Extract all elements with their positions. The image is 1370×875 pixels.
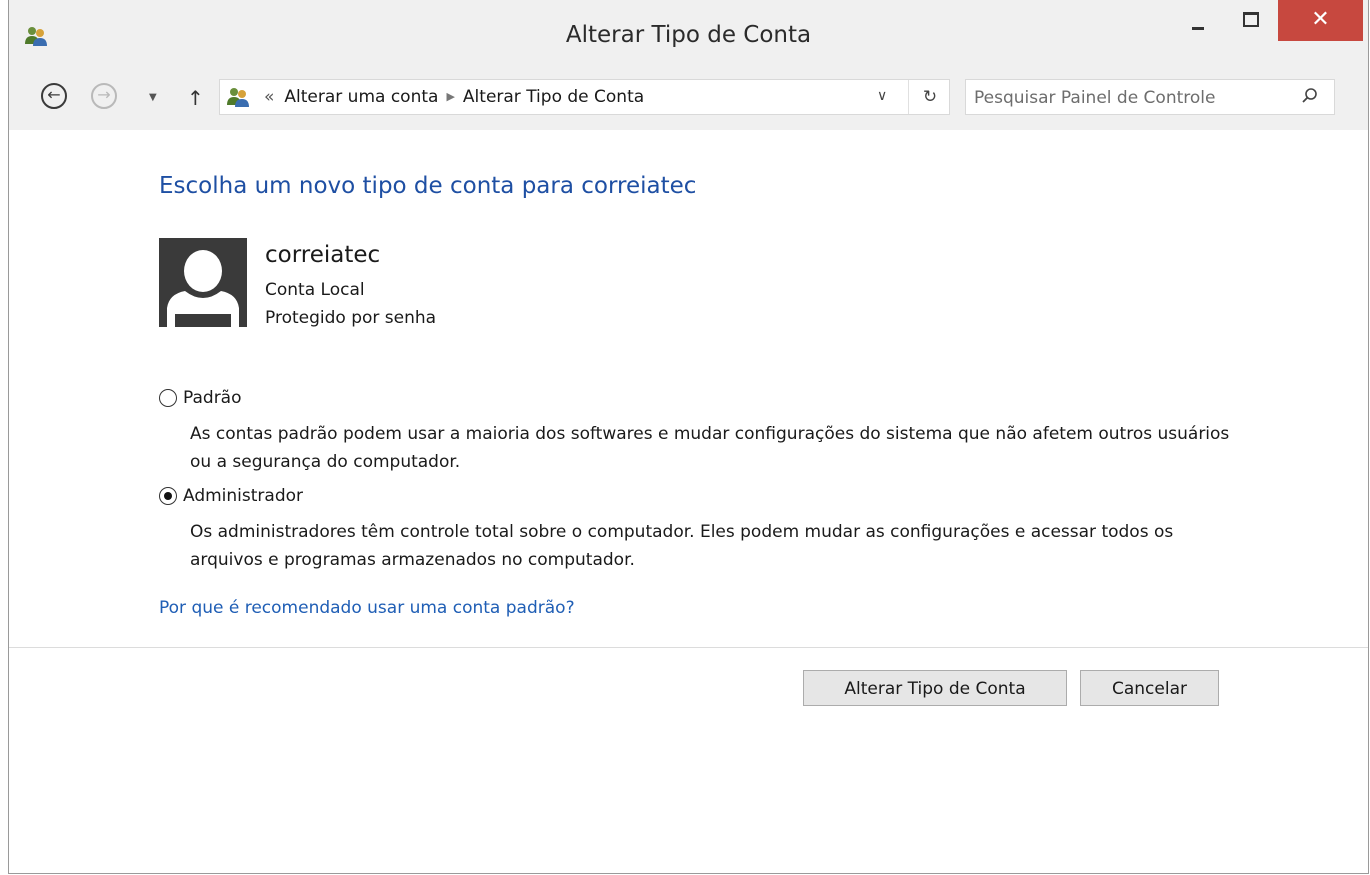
user-silhouette-icon: [167, 250, 239, 327]
change-account-type-button[interactable]: Alterar Tipo de Conta: [803, 670, 1067, 706]
radio-button-administrator[interactable]: [159, 487, 177, 505]
radio-option-standard[interactable]: Padrão: [159, 388, 242, 408]
search-box[interactable]: [965, 79, 1335, 115]
title-bar: Alterar Tipo de Conta ✕: [9, 0, 1368, 68]
navigation-bar: ← → ▼ ↑ « Alterar uma conta ▶ Alterar Tipo …: [9, 68, 1368, 130]
address-dropdown-button[interactable]: ∨: [877, 88, 887, 104]
minimize-icon: [1192, 27, 1204, 30]
administrator-description: Os administradores têm controle total so…: [190, 522, 1174, 570]
standard-description: As contas padrão podem usar a maioria do…: [190, 424, 1230, 472]
users-icon: [227, 88, 249, 107]
breadcrumb-overflow[interactable]: «: [264, 87, 274, 107]
chevron-down-icon: ∨: [877, 88, 888, 104]
maximize-button[interactable]: [1227, 0, 1273, 40]
chevron-down-icon: ▼: [149, 92, 157, 103]
window-title: Alterar Tipo de Conta: [565, 22, 812, 48]
forward-button[interactable]: →: [91, 83, 121, 113]
avatar: [159, 238, 247, 327]
back-arrow-icon: ←: [41, 83, 67, 109]
close-button[interactable]: ✕: [1278, 0, 1363, 41]
recent-locations-button[interactable]: ▼: [149, 92, 157, 103]
radio-label-standard[interactable]: Padrão: [183, 388, 242, 408]
breadcrumb-separator-icon[interactable]: ▶: [446, 90, 454, 103]
search-input[interactable]: [972, 85, 1286, 111]
password-status: Protegido por senha: [265, 308, 437, 328]
up-arrow-icon: ↑: [187, 86, 204, 110]
search-icon[interactable]: [1300, 86, 1320, 106]
close-icon: ✕: [1311, 7, 1330, 32]
breadcrumb-item[interactable]: Alterar uma conta: [284, 87, 438, 107]
help-link[interactable]: Por que é recomendado usar uma conta pad…: [159, 598, 575, 618]
refresh-button[interactable]: ↻: [908, 80, 951, 114]
breadcrumb-item[interactable]: Alterar Tipo de Conta: [463, 87, 644, 107]
page-title: Escolha um novo tipo de conta para corre…: [159, 173, 697, 199]
user-name: correiatec: [265, 242, 381, 268]
up-button[interactable]: ↑: [187, 86, 204, 110]
breadcrumb: « Alterar uma conta ▶ Alterar Tipo de Conta: [264, 87, 644, 107]
cancel-button[interactable]: Cancelar: [1080, 670, 1219, 706]
radio-label-administrator[interactable]: Administrador: [183, 486, 303, 506]
window: Alterar Tipo de Conta ✕ ← → ▼ ↑ « Altera…: [8, 0, 1369, 874]
back-button[interactable]: ←: [41, 83, 71, 113]
refresh-icon: ↻: [922, 87, 938, 107]
radio-button-standard[interactable]: [159, 389, 177, 407]
radio-option-administrator[interactable]: Administrador: [159, 486, 303, 506]
account-type: Conta Local: [265, 280, 365, 300]
minimize-button[interactable]: [1173, 0, 1219, 40]
maximize-icon: [1243, 12, 1259, 27]
address-bar[interactable]: « Alterar uma conta ▶ Alterar Tipo de Conta…: [219, 79, 950, 115]
divider: [9, 647, 1368, 648]
forward-arrow-icon: →: [91, 83, 117, 109]
